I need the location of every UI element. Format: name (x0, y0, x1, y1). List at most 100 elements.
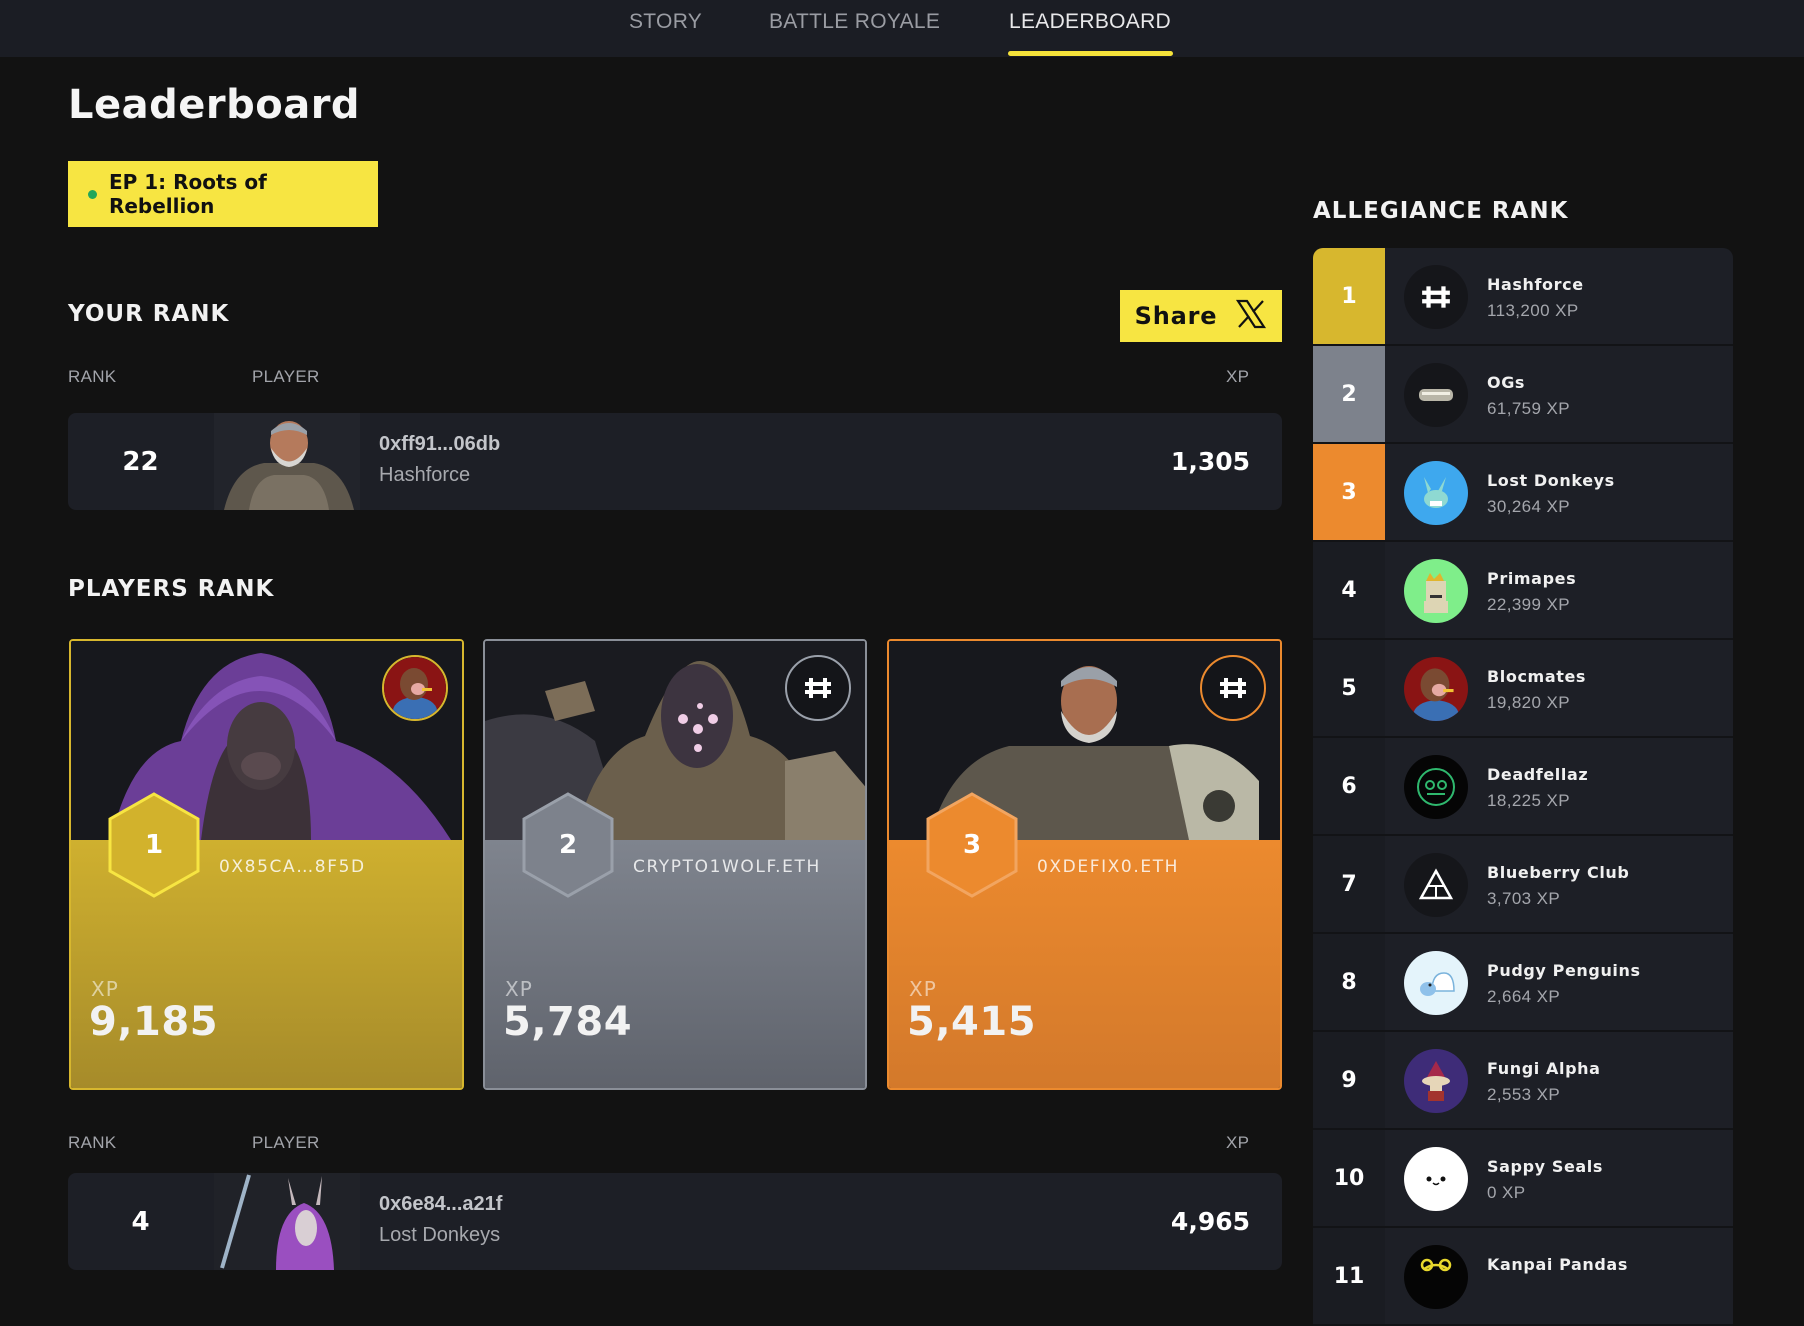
allegiance-item[interactable]: 6 Deadfellaz 18,225 XP (1313, 738, 1733, 836)
rank-number: 8 (1313, 934, 1385, 1030)
xp-label: XP (909, 977, 937, 1001)
hashforce-icon[interactable] (785, 655, 851, 721)
blocmates-icon (1404, 657, 1468, 721)
allegiance-item[interactable]: 5 Blocmates 19,820 XP (1313, 640, 1733, 738)
rank-number: 5 (1313, 640, 1385, 736)
kanpai-pandas-icon (1404, 1245, 1468, 1309)
allegiance-name: Blueberry Club (1487, 863, 1630, 882)
fungi-alpha-icon (1404, 1049, 1468, 1113)
episode-selector[interactable]: EP 1: Roots of Rebellion (68, 161, 378, 227)
allegiance-xp: 61,759 XP (1487, 399, 1570, 418)
allegiance-name: OGs (1487, 373, 1526, 392)
rank-number: 2 (1313, 346, 1385, 442)
player-name: CRYPTO1WOLF.ETH (633, 857, 821, 877)
rank-number: 3 (1313, 444, 1385, 540)
rank-number: 1 (1313, 248, 1385, 344)
allegiance-xp: 22,399 XP (1487, 595, 1570, 614)
player-address[interactable]: 0x6e84...a21f (379, 1193, 502, 1216)
allegiance-name: Primapes (1487, 569, 1577, 588)
allegiance-xp: 3,703 XP (1487, 889, 1561, 908)
deadfellaz-icon (1404, 755, 1468, 819)
top-navigation: STORY BATTLE ROYALE LEADERBOARD (0, 0, 1804, 57)
tab-story[interactable]: STORY (629, 10, 702, 34)
your-rank-title: YOUR RANK (68, 301, 230, 327)
allegiance-item[interactable]: 4 Primapes 22,399 XP (1313, 542, 1733, 640)
allegiance-xp: 2,553 XP (1487, 1085, 1561, 1104)
rank-number: 22 (122, 446, 159, 477)
xp-label: XP (91, 977, 119, 1001)
your-rank-row[interactable]: 22 0xff91...06db Hashforce 1,305 (68, 413, 1282, 510)
xp-value: 5,784 (503, 999, 633, 1045)
allegiance-name: Pudgy Penguins (1487, 961, 1641, 980)
table-row[interactable]: 4 0x6e84...a21f Lost Donkeys 4,965 (68, 1173, 1282, 1270)
xp-value: 9,185 (89, 999, 219, 1045)
allegiance-xp: 0 XP (1487, 1183, 1526, 1202)
player-team: Lost Donkeys (379, 1224, 501, 1246)
episode-label: EP 1: Roots of Rebellion (108, 170, 267, 218)
allegiance-xp: 2,664 XP (1487, 987, 1561, 1006)
allegiance-name: Fungi Alpha (1487, 1059, 1601, 1078)
players-rank-title: PLAYERS RANK (68, 576, 275, 602)
hashforce-icon (1404, 265, 1468, 329)
allegiance-xp: 113,200 XP (1487, 301, 1579, 320)
ogs-icon (1404, 363, 1468, 427)
blueberry-club-icon (1404, 853, 1468, 917)
blocmates-avatar-icon[interactable] (382, 655, 448, 721)
player-name: 0X85CA…8F5D (219, 857, 366, 877)
rank-number: 6 (1313, 738, 1385, 834)
hashforce-icon[interactable] (1200, 655, 1266, 721)
allegiance-name: Kanpai Pandas (1487, 1255, 1628, 1274)
allegiance-list: 1 Hashforce 113,200 XP 2 OGs 61,759 XP 3… (1313, 248, 1733, 1326)
x-logo-icon (1235, 298, 1267, 334)
rank-number: 3 (962, 830, 982, 860)
allegiance-item[interactable]: 11 Kanpai Pandas (1313, 1228, 1733, 1326)
lost-donkeys-icon (1404, 461, 1468, 525)
primapes-icon (1404, 559, 1468, 623)
tab-leaderboard[interactable]: LEADERBOARD (1009, 10, 1171, 34)
allegiance-name: Lost Donkeys (1487, 471, 1615, 490)
rank-number: 11 (1313, 1228, 1385, 1324)
allegiance-xp: 30,264 XP (1487, 497, 1570, 516)
player-team: Hashforce (379, 464, 471, 486)
allegiance-item[interactable]: 9 Fungi Alpha 2,553 XP (1313, 1032, 1733, 1130)
allegiance-item[interactable]: 3 Lost Donkeys 30,264 XP (1313, 444, 1733, 542)
player-xp: 1,305 (1170, 447, 1250, 476)
col-rank-header: RANK (68, 1133, 117, 1152)
rank-number: 10 (1313, 1130, 1385, 1226)
allegiance-xp: 19,820 XP (1487, 693, 1570, 712)
allegiance-xp: 18,225 XP (1487, 791, 1570, 810)
player-name: 0XDEFIX0.ETH (1037, 857, 1180, 877)
rank-number: 9 (1313, 1032, 1385, 1128)
podium-card-2[interactable]: 2 CRYPTO1WOLF.ETH XP 5,784 (483, 639, 867, 1090)
allegiance-name: Hashforce (1487, 275, 1584, 294)
rank-number: 7 (1313, 836, 1385, 932)
rank-number: 4 (131, 1206, 150, 1237)
allegiance-item[interactable]: 2 OGs 61,759 XP (1313, 346, 1733, 444)
rank-number: 2 (558, 830, 578, 860)
player-address[interactable]: 0xff91...06db (379, 433, 500, 456)
sappy-seals-icon (1404, 1147, 1468, 1211)
player-avatar (214, 413, 360, 510)
allegiance-item[interactable]: 7 Blueberry Club 3,703 XP (1313, 836, 1733, 934)
page-title: Leaderboard (68, 82, 361, 128)
col-xp-header: XP (1226, 1133, 1250, 1152)
share-button[interactable]: Share (1120, 290, 1282, 342)
allegiance-rank-title: ALLEGIANCE RANK (1313, 198, 1569, 224)
pudgy-penguins-icon (1404, 951, 1468, 1015)
allegiance-item[interactable]: 8 Pudgy Penguins 2,664 XP (1313, 934, 1733, 1032)
allegiance-item[interactable]: 10 Sappy Seals 0 XP (1313, 1130, 1733, 1228)
col-rank-header: RANK (68, 367, 117, 386)
podium-card-3[interactable]: 3 0XDEFIX0.ETH XP 5,415 (887, 639, 1282, 1090)
allegiance-name: Deadfellaz (1487, 765, 1589, 784)
xp-value: 5,415 (907, 999, 1037, 1045)
col-player-header: PLAYER (252, 1133, 320, 1152)
allegiance-item[interactable]: 1 Hashforce 113,200 XP (1313, 248, 1733, 346)
col-xp-header: XP (1226, 367, 1250, 386)
active-tab-indicator (1008, 51, 1173, 56)
tab-battle-royale[interactable]: BATTLE ROYALE (769, 10, 940, 34)
rank-number: 4 (1313, 542, 1385, 638)
col-player-header: PLAYER (252, 367, 320, 386)
player-xp: 4,965 (1170, 1207, 1250, 1236)
podium-card-1[interactable]: 1 0X85CA…8F5D XP 9,185 (69, 639, 464, 1090)
xp-label: XP (505, 977, 533, 1001)
